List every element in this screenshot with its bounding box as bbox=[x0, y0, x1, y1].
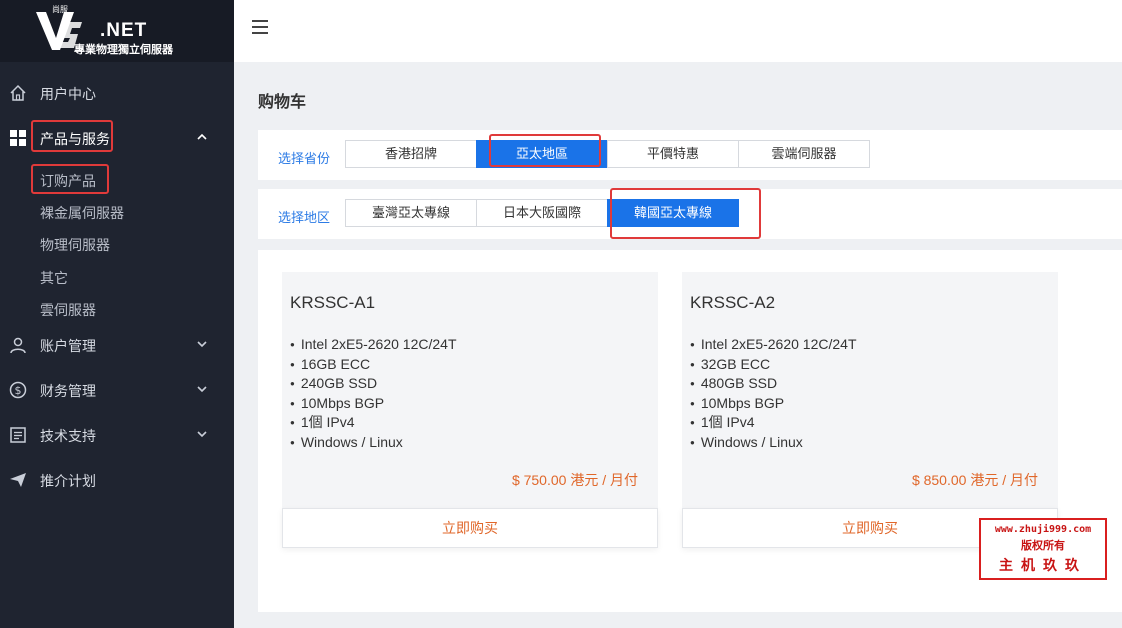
menu-toggle-icon[interactable] bbox=[252, 20, 268, 34]
product-card: KRSSC-A1 Intel 2xE5-2620 12C/24T 16GB EC… bbox=[282, 272, 658, 548]
province-filter-panel: 选择省份 香港招牌 亞太地區 平價特惠 雲端伺服器 bbox=[258, 130, 1122, 180]
spec-ip: 1個 IPv4 bbox=[690, 413, 857, 433]
sidebar-subitem-bare-metal[interactable]: 裸金属伺服器 bbox=[40, 203, 124, 223]
highlight-products-services bbox=[31, 120, 113, 152]
spec-os: Windows / Linux bbox=[690, 433, 857, 453]
highlight-apac bbox=[489, 134, 601, 167]
logo-brand: .NET bbox=[100, 20, 148, 41]
spec-ip: 1個 IPv4 bbox=[290, 413, 457, 433]
spec-bandwidth: 10Mbps BGP bbox=[290, 394, 457, 414]
watermark-rights: 版权所有 bbox=[1021, 539, 1065, 552]
home-icon bbox=[10, 84, 26, 101]
region-label: 选择地区 bbox=[278, 210, 331, 225]
region-option-taiwan[interactable]: 臺灣亞太專線 bbox=[345, 199, 477, 227]
sidebar-item-referral[interactable]: 推介计划 bbox=[0, 465, 234, 495]
sidebar-subitem-cloud[interactable]: 雲伺服器 bbox=[40, 300, 96, 320]
logo-badge: 尚服 bbox=[52, 5, 68, 14]
sidebar-item-support[interactable]: 技术支持 bbox=[0, 420, 234, 450]
province-option-budget[interactable]: 平價特惠 bbox=[607, 140, 739, 168]
sidebar-item-account[interactable]: 账户管理 bbox=[0, 330, 234, 360]
product-specs: Intel 2xE5-2620 12C/24T 16GB ECC 240GB S… bbox=[290, 335, 457, 453]
logo-tagline: 專業物理獨立伺服器 bbox=[74, 44, 173, 56]
chevron-down-icon bbox=[196, 384, 208, 394]
dollar-icon: $ bbox=[9, 381, 27, 399]
province-label: 选择省份 bbox=[278, 151, 331, 166]
highlight-korea bbox=[610, 188, 761, 239]
product-specs: Intel 2xE5-2620 12C/24T 32GB ECC 480GB S… bbox=[690, 335, 857, 453]
product-price: $ 750.00 港元 / 月付 bbox=[511, 472, 638, 488]
page-title: 购物车 bbox=[258, 94, 307, 111]
buy-now-button[interactable]: 立即购买 bbox=[282, 508, 658, 548]
watermark-name: 主机玖玖 bbox=[999, 558, 1087, 574]
watermark: www.zhuji999.com 版权所有 主机玖玖 bbox=[979, 518, 1107, 580]
svg-text:$: $ bbox=[15, 384, 22, 397]
spec-ram: 32GB ECC bbox=[690, 355, 857, 375]
product-card: KRSSC-A2 Intel 2xE5-2620 12C/24T 32GB EC… bbox=[682, 272, 1058, 548]
spec-ram: 16GB ECC bbox=[290, 355, 457, 375]
send-icon bbox=[10, 473, 26, 487]
topbar bbox=[234, 0, 1122, 62]
document-icon bbox=[10, 427, 26, 443]
spec-bandwidth: 10Mbps BGP bbox=[690, 394, 857, 414]
sidebar-subitem-other[interactable]: 其它 bbox=[40, 268, 68, 288]
watermark-url: www.zhuji999.com bbox=[994, 524, 1092, 535]
chevron-up-icon bbox=[196, 132, 208, 142]
chevron-down-icon bbox=[196, 339, 208, 349]
spec-cpu: Intel 2xE5-2620 12C/24T bbox=[690, 335, 857, 355]
sidebar: 尚服 .NET 專業物理獨立伺服器 用户中心 产品与服务 订购产品 裸金属伺服器… bbox=[0, 0, 234, 628]
user-icon bbox=[10, 337, 26, 354]
spec-disk: 480GB SSD bbox=[690, 374, 857, 394]
sidebar-subitem-physical[interactable]: 物理伺服器 bbox=[40, 235, 110, 255]
sidebar-item-label: 用户中心 bbox=[40, 86, 96, 102]
product-name: KRSSC-A2 bbox=[690, 293, 776, 312]
province-option-hk[interactable]: 香港招牌 bbox=[345, 140, 477, 168]
product-name: KRSSC-A1 bbox=[290, 293, 376, 312]
sidebar-item-label: 财务管理 bbox=[40, 383, 96, 399]
sidebar-item-finance[interactable]: $ 财务管理 bbox=[0, 375, 234, 405]
province-option-cloud[interactable]: 雲端伺服器 bbox=[738, 140, 870, 168]
logo[interactable]: 尚服 .NET 專業物理獨立伺服器 bbox=[0, 0, 234, 62]
highlight-order bbox=[31, 164, 109, 194]
sidebar-item-label: 技术支持 bbox=[40, 428, 96, 444]
sidebar-item-user-center[interactable]: 用户中心 bbox=[0, 78, 234, 108]
spec-os: Windows / Linux bbox=[290, 433, 457, 453]
grid-icon bbox=[10, 130, 26, 146]
product-price: $ 850.00 港元 / 月付 bbox=[911, 472, 1038, 488]
chevron-down-icon bbox=[196, 429, 208, 439]
sidebar-item-label: 账户管理 bbox=[40, 338, 96, 354]
spec-cpu: Intel 2xE5-2620 12C/24T bbox=[290, 335, 457, 355]
spec-disk: 240GB SSD bbox=[290, 374, 457, 394]
sidebar-item-label: 推介计划 bbox=[40, 473, 96, 489]
region-option-japan[interactable]: 日本大阪國際 bbox=[476, 199, 608, 227]
